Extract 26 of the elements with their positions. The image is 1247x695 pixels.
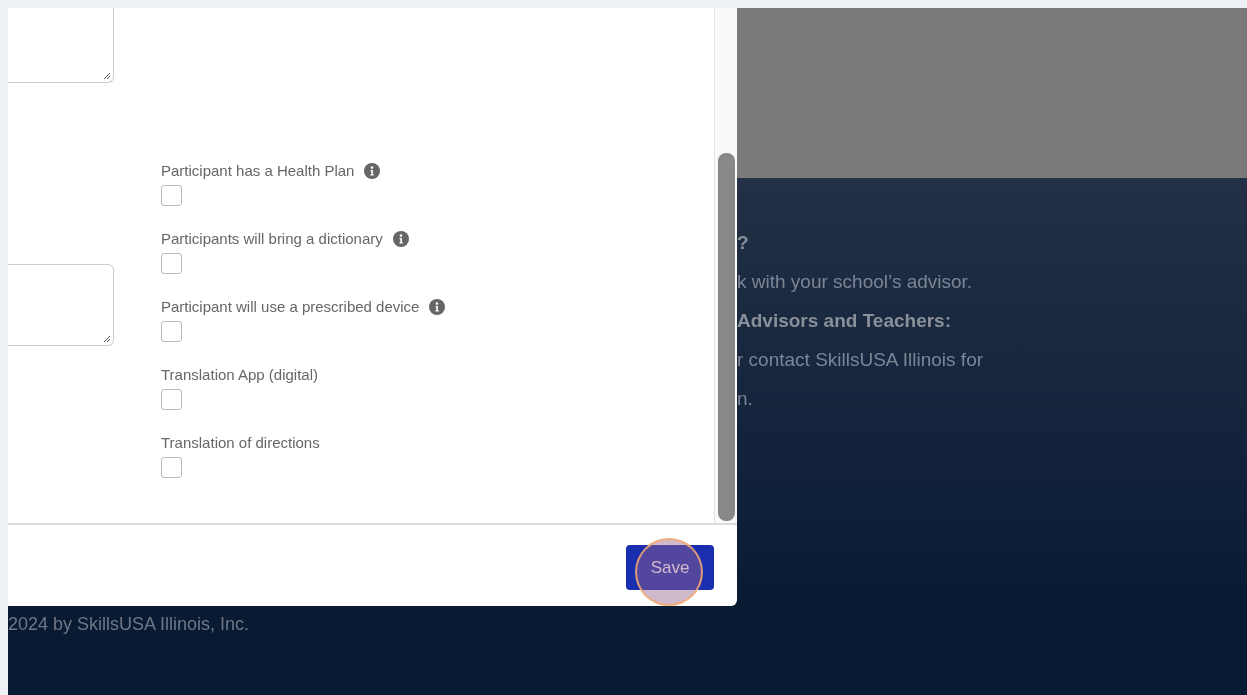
scrollbar-thumb[interactable] xyxy=(718,153,735,521)
resize-grip-icon xyxy=(103,335,111,343)
checkbox-label: Translation of directions xyxy=(161,434,320,451)
copyright-text: 2024 by SkillsUSA Illinois, Inc. xyxy=(8,614,250,634)
save-button[interactable]: Save xyxy=(626,545,714,590)
info-text: Advisors and Teachers: xyxy=(737,309,951,333)
checkbox[interactable] xyxy=(161,185,182,206)
scrollbar[interactable] xyxy=(714,8,737,523)
info-text: r contact SkillsUSA Illinois for xyxy=(737,348,984,372)
info-text: ? xyxy=(737,231,749,255)
text-area[interactable] xyxy=(8,8,114,83)
checkbox[interactable] xyxy=(161,253,182,274)
checkbox[interactable] xyxy=(161,389,182,410)
info-icon[interactable] xyxy=(392,230,409,247)
info-text: k with your school’s advisor. xyxy=(737,270,973,294)
info-text: n. xyxy=(737,387,753,411)
resize-grip-icon xyxy=(103,72,111,80)
checkbox[interactable] xyxy=(161,321,182,342)
info-icon[interactable] xyxy=(429,298,446,315)
text-area[interactable] xyxy=(8,264,114,346)
checkbox-label: Participant will use a prescribed device xyxy=(161,298,420,315)
info-icon[interactable] xyxy=(364,162,381,179)
checkbox-label: Translation App (digital) xyxy=(161,366,319,383)
checkbox[interactable] xyxy=(161,457,182,478)
checkbox-label: Participant has a Health Plan xyxy=(161,162,355,179)
checkbox-label: Participants will bring a dictionary xyxy=(161,230,383,247)
